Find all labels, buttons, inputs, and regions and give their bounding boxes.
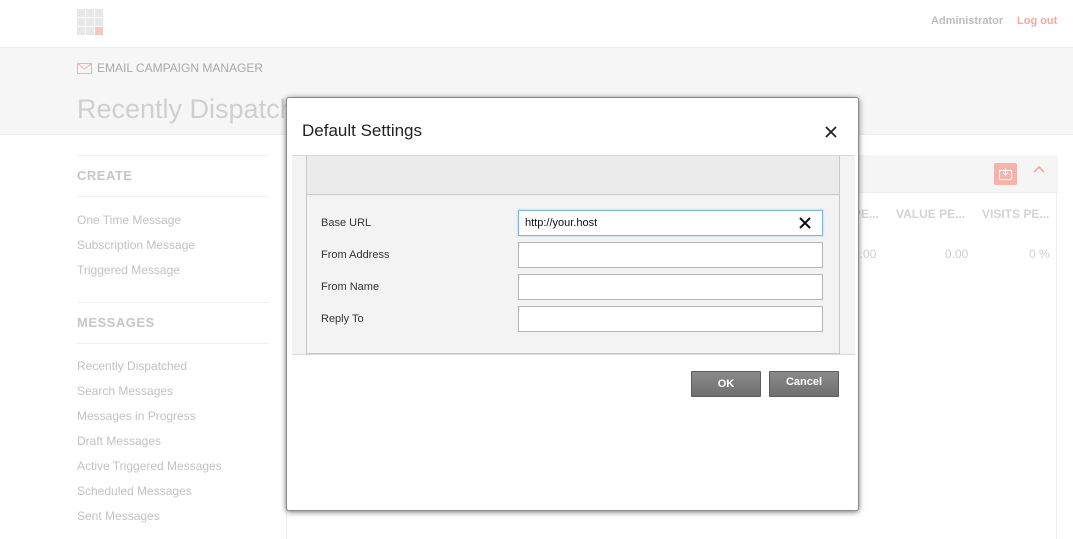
sidebar-item-active-triggered-messages[interactable]: Active Triggered Messages (77, 459, 222, 473)
from-name-input[interactable] (518, 274, 823, 300)
table-cell: 0 % (1029, 247, 1050, 261)
reply-to-input[interactable] (518, 306, 823, 332)
top-bar: Administrator Log out (0, 0, 1073, 48)
envelope-icon (77, 62, 92, 74)
default-settings-dialog: Default Settings Base URL From Address F… (286, 97, 859, 511)
logout-link[interactable]: Log out (1017, 15, 1057, 27)
sidebar-item-triggered-message[interactable]: Triggered Message (77, 263, 180, 277)
user-name-link[interactable]: Administrator (931, 15, 1003, 27)
sidebar-item-draft-messages[interactable]: Draft Messages (77, 434, 161, 448)
sidebar-item-subscription-message[interactable]: Subscription Message (77, 238, 195, 252)
form-header-band (307, 156, 839, 195)
cancel-button[interactable]: Cancel (769, 371, 839, 397)
export-icon (999, 168, 1012, 180)
sidebar-item-scheduled-messages[interactable]: Scheduled Messages (77, 484, 192, 498)
table-cell: 0.00 (945, 247, 969, 261)
column-header-value-pe[interactable]: VALUE PE... (896, 207, 965, 221)
reply-to-label: Reply To (321, 313, 364, 325)
breadcrumb[interactable]: EMAIL CAMPAIGN MANAGER (77, 61, 263, 75)
chevron-up-icon[interactable] (1033, 165, 1045, 173)
base-url-label: Base URL (321, 217, 372, 229)
sidebar-item-messages-in-progress[interactable]: Messages in Progress (77, 409, 196, 423)
logo-grid-icon[interactable] (77, 9, 104, 36)
sidebar-heading-create: CREATE (77, 155, 269, 197)
column-header-visits-pe[interactable]: VISITS PE... (982, 207, 1049, 221)
from-address-label: From Address (321, 249, 390, 261)
from-name-label: From Name (321, 281, 380, 293)
export-button[interactable] (994, 163, 1017, 185)
sidebar-item-sent-messages[interactable]: Sent Messages (77, 509, 160, 523)
sidebar-item-one-time-message[interactable]: One Time Message (77, 213, 181, 227)
dialog-title: Default Settings (302, 121, 423, 140)
sidebar-item-search-messages[interactable]: Search Messages (77, 384, 173, 398)
sidebar-heading-messages: MESSAGES (77, 302, 269, 344)
base-url-input[interactable] (518, 210, 823, 236)
clear-icon[interactable] (799, 217, 811, 229)
from-address-input[interactable] (518, 242, 823, 268)
ok-button[interactable]: OK (691, 371, 761, 397)
app-section-label: EMAIL CAMPAIGN MANAGER (97, 61, 264, 75)
close-icon[interactable] (824, 125, 838, 139)
sidebar-item-recently-dispatched[interactable]: Recently Dispatched (77, 359, 187, 373)
